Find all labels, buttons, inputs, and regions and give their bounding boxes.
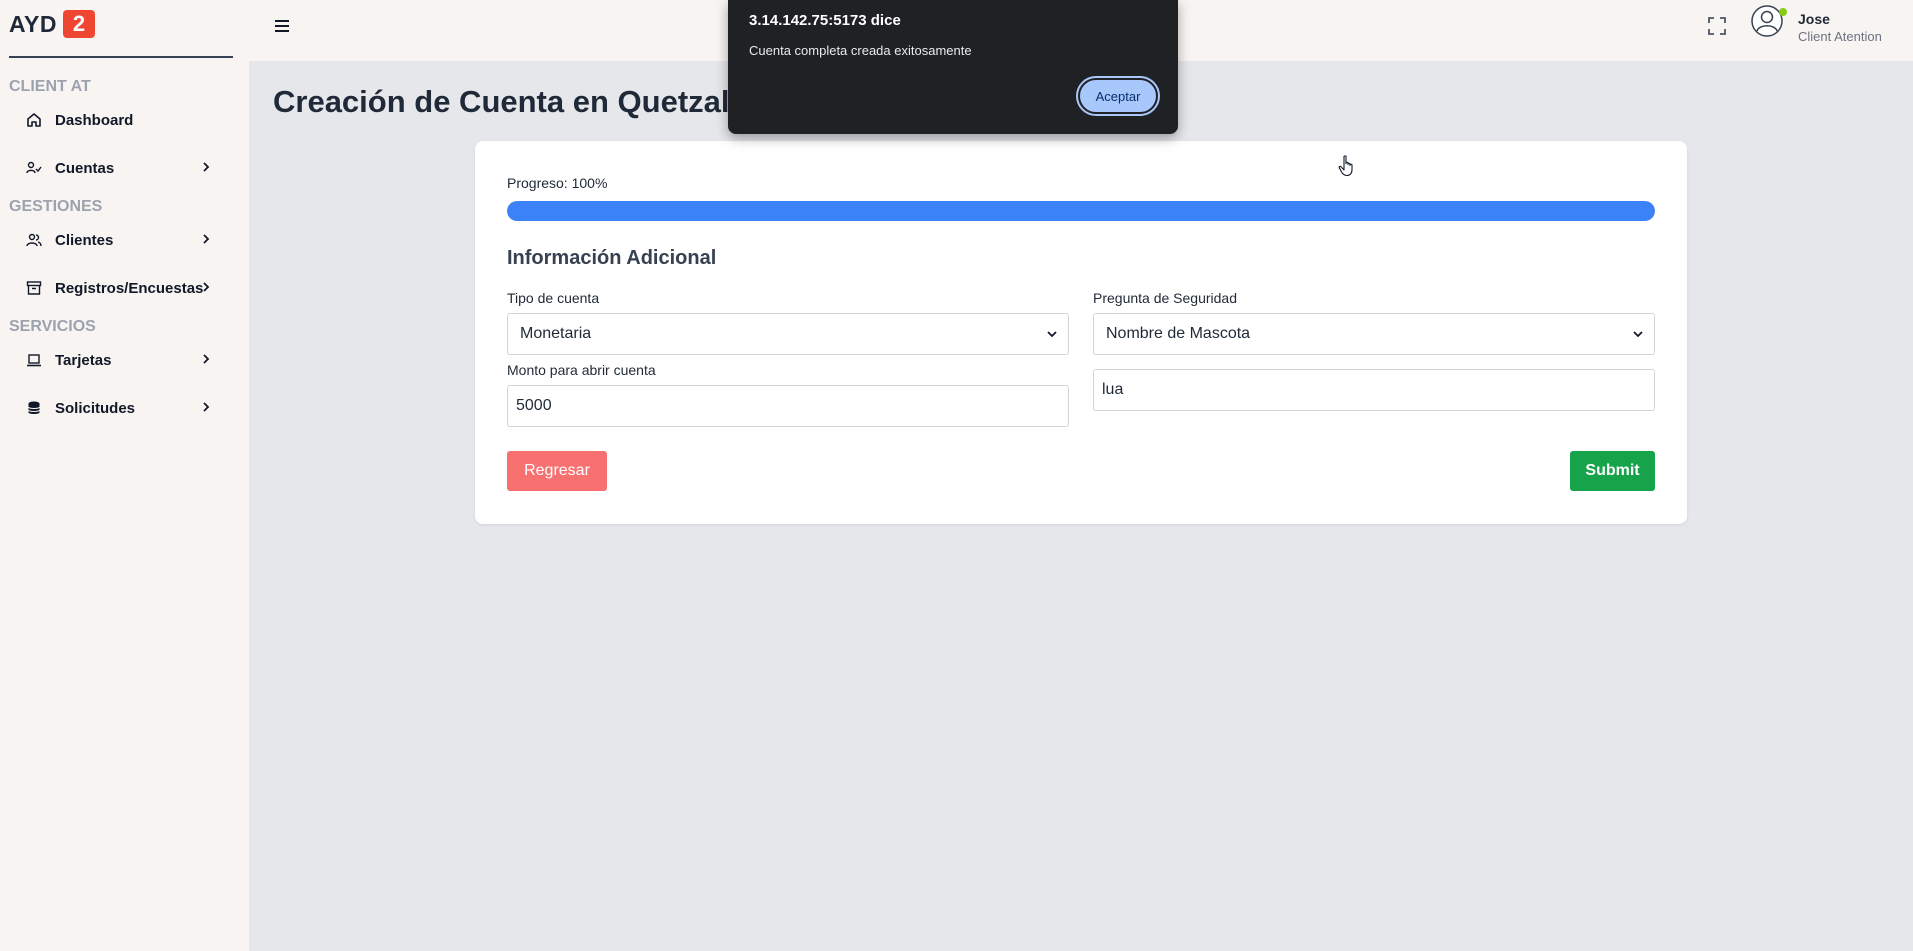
chevron-down-icon [1633, 331, 1643, 338]
user-role: Client Atention [1798, 29, 1882, 44]
page-title: Creación de Cuenta en Quetzal [273, 84, 730, 119]
progress-bar [507, 201, 1655, 221]
security-answer-input[interactable]: lua [1093, 369, 1655, 411]
opening-amount-value: 5000 [516, 397, 552, 414]
hamburger-menu-icon[interactable] [274, 18, 290, 34]
sidebar-item-label: Registros/Encuestas [55, 279, 204, 297]
account-form-card: Progreso: 100% Información Adicional Tip… [475, 141, 1687, 524]
sidebar-item-dashboard[interactable]: Dashboard [25, 106, 225, 134]
account-type-value: Monetaria [520, 325, 592, 342]
chevron-right-icon [203, 354, 210, 364]
logo-badge: 2 [62, 10, 95, 38]
logo-divider [9, 56, 233, 58]
chevron-right-icon [203, 402, 210, 412]
account-type-select[interactable]: Monetaria [507, 313, 1069, 355]
users-icon [25, 231, 43, 249]
sidebar: AYD 2 CLIENT AT Dashboard Cuentas GESTIO… [0, 0, 249, 951]
alert-message: Cuenta completa creada exitosamente [749, 43, 972, 58]
opening-amount-input[interactable]: 5000 [507, 385, 1069, 427]
submit-button[interactable]: Submit [1570, 451, 1655, 491]
database-icon [25, 399, 43, 417]
archive-icon [25, 279, 43, 297]
fullscreen-icon[interactable] [1708, 17, 1726, 35]
sidebar-item-registros-encuestas[interactable]: Registros/Encuestas [25, 274, 225, 302]
sidebar-item-label: Clientes [55, 231, 114, 249]
security-question-label: Pregunta de Seguridad [1093, 290, 1237, 306]
sidebar-item-label: Tarjetas [55, 351, 112, 369]
progress-label: Progreso: 100% [507, 175, 608, 191]
online-status-indicator [1779, 8, 1787, 16]
section-heading: Información Adicional [507, 247, 717, 269]
sidebar-item-clientes[interactable]: Clientes [25, 226, 225, 254]
user-name: Jose [1798, 11, 1830, 27]
security-question-value: Nombre de Mascota [1106, 325, 1251, 342]
progress-bar-fill [507, 201, 1655, 221]
user-check-icon [25, 159, 43, 177]
chevron-right-icon [203, 234, 210, 244]
security-answer-value: lua [1102, 381, 1124, 398]
logo[interactable]: AYD 2 [9, 10, 95, 38]
logo-text: AYD [9, 10, 57, 37]
hand-cursor-icon [1338, 155, 1353, 177]
sidebar-item-label: Solicitudes [55, 399, 136, 417]
sidebar-item-label: Dashboard [55, 111, 134, 129]
laptop-icon [25, 351, 43, 369]
sidebar-item-cuentas[interactable]: Cuentas [25, 154, 225, 182]
sidebar-item-solicitudes[interactable]: Solicitudes [25, 394, 225, 422]
chevron-right-icon [203, 282, 210, 292]
section-title-servicios: SERVICIOS [9, 318, 96, 335]
alert-title: 3.14.142.75:5173 dice [749, 12, 901, 29]
sidebar-item-tarjetas[interactable]: Tarjetas [25, 346, 225, 374]
opening-amount-label: Monto para abrir cuenta [507, 362, 656, 378]
chevron-right-icon [203, 162, 210, 172]
home-icon [25, 111, 43, 129]
alert-dialog: 3.14.142.75:5173 dice Cuenta completa cr… [728, 0, 1178, 134]
security-question-select[interactable]: Nombre de Mascota [1093, 313, 1655, 355]
back-button[interactable]: Regresar [507, 451, 607, 491]
sidebar-item-label: Cuentas [55, 159, 115, 177]
account-type-label: Tipo de cuenta [507, 290, 600, 306]
section-title-gestiones: GESTIONES [9, 198, 103, 215]
accept-button[interactable]: Aceptar [1076, 76, 1160, 116]
chevron-down-icon [1047, 331, 1057, 338]
section-title-client-at: CLIENT AT [9, 78, 91, 95]
